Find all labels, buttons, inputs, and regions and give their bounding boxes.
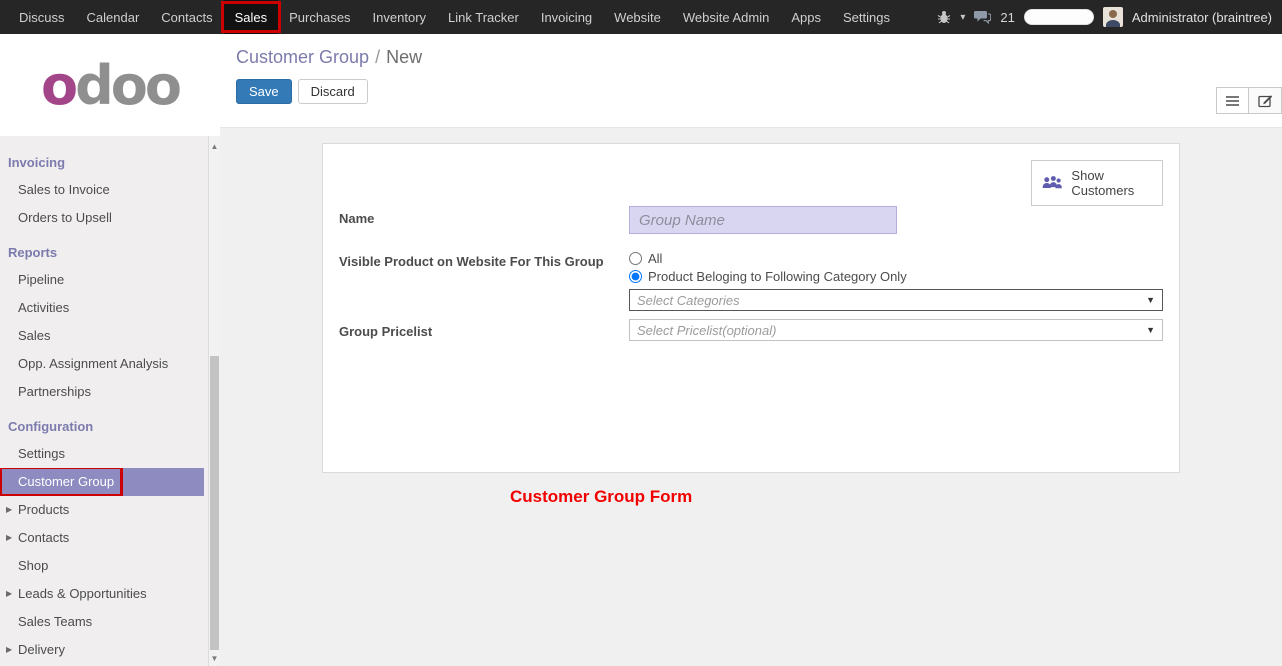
breadcrumb-current: New: [386, 47, 422, 67]
expand-caret-icon: ▶: [6, 524, 12, 552]
user-menu[interactable]: Administrator (braintree): [1132, 10, 1272, 25]
sidebar-item-activities[interactable]: Activities: [0, 294, 220, 322]
user-avatar[interactable]: [1103, 7, 1123, 27]
show-customers-button[interactable]: Show Customers: [1031, 160, 1163, 206]
expand-caret-icon: ▶: [6, 636, 12, 664]
visible-products-label: Visible Product on Website For This Grou…: [339, 249, 629, 269]
expand-caret-icon: ▶: [6, 496, 12, 524]
nav-website[interactable]: Website: [603, 0, 672, 34]
save-button[interactable]: Save: [236, 79, 292, 104]
radio-option-all[interactable]: All: [629, 251, 1163, 266]
list-icon: [1225, 95, 1240, 107]
customers-group-icon: [1041, 173, 1062, 193]
view-switcher: [1216, 87, 1282, 114]
breadcrumb-separator: /: [369, 47, 386, 67]
sidebar-item-sales-to-invoice[interactable]: Sales to Invoice: [0, 176, 220, 204]
expand-caret-icon: ▶: [6, 580, 12, 608]
form-view-button[interactable]: [1249, 87, 1282, 114]
form-fields: Name Visible Product on Website For This…: [339, 206, 1163, 341]
sidebar: odoo Invoicing Sales to Invoice Orders t…: [0, 34, 220, 666]
scroll-down-icon[interactable]: ▼: [209, 654, 220, 663]
customer-group-form-card: Show Customers Name Visible Product on W…: [322, 143, 1180, 473]
sidebar-item-partnerships[interactable]: Partnerships: [0, 378, 220, 406]
radio-category-input[interactable]: [629, 270, 642, 283]
control-panel: Customer Group/New Save Discard: [220, 34, 1282, 128]
odoo-logo[interactable]: odoo: [0, 34, 220, 136]
logo-letter-accent: o: [41, 54, 75, 117]
sidebar-item-delivery[interactable]: ▶ Delivery: [0, 636, 220, 664]
sidebar-item-contacts[interactable]: ▶ Contacts: [0, 524, 220, 552]
radio-category-label: Product Beloging to Following Category O…: [648, 269, 907, 284]
sidebar-item-sales[interactable]: Sales: [0, 322, 220, 350]
radio-option-category[interactable]: Product Beloging to Following Category O…: [629, 269, 1163, 284]
select-caret-down-icon: ▼: [1146, 295, 1155, 305]
main-area: Customer Group/New Save Discard: [220, 34, 1282, 666]
sidebar-item-leads-opportunities[interactable]: ▶ Leads & Opportunities: [0, 580, 220, 608]
show-customers-label: Show Customers: [1071, 168, 1153, 198]
control-buttons: Save Discard: [220, 68, 1282, 104]
nav-settings[interactable]: Settings: [832, 0, 901, 34]
timer-pill-widget[interactable]: [1024, 9, 1094, 25]
sidebar-item-products-label: Products: [18, 502, 69, 517]
topbar-right-tools: ▾ 21 Administrator (braintree): [937, 0, 1282, 34]
sidebar-item-products[interactable]: ▶ Products: [0, 496, 220, 524]
logo-letters-rest: doo: [75, 54, 179, 117]
name-field-label: Name: [339, 206, 629, 226]
breadcrumb: Customer Group/New: [220, 34, 1282, 68]
pricelist-select[interactable]: Select Pricelist(optional) ▼: [629, 319, 1163, 341]
discard-button[interactable]: Discard: [298, 79, 368, 104]
message-count-badge: 21: [1000, 10, 1014, 25]
sidebar-item-delivery-label: Delivery: [18, 642, 65, 657]
breadcrumb-parent-link[interactable]: Customer Group: [236, 47, 369, 67]
nav-link-tracker[interactable]: Link Tracker: [437, 0, 530, 34]
section-title-configuration: Configuration: [0, 414, 220, 440]
nav-website-admin[interactable]: Website Admin: [672, 0, 780, 34]
nav-calendar[interactable]: Calendar: [76, 0, 151, 34]
debug-caret-down-icon[interactable]: ▾: [960, 12, 965, 23]
bug-icon[interactable]: [937, 10, 951, 24]
sidebar-item-customer-group-label: Customer Group: [18, 474, 114, 489]
categories-select[interactable]: Select Categories ▼: [629, 289, 1163, 311]
sidebar-item-orders-to-upsell[interactable]: Orders to Upsell: [0, 204, 220, 232]
radio-all-input[interactable]: [629, 252, 642, 265]
sidebar-item-leads-opportunities-label: Leads & Opportunities: [18, 586, 147, 601]
pricelist-select-placeholder: Select Pricelist(optional): [637, 323, 776, 338]
nav-sales-label: Sales: [235, 10, 268, 25]
nav-discuss[interactable]: Discuss: [8, 0, 76, 34]
scrollbar-thumb[interactable]: [210, 356, 219, 650]
nav-inventory[interactable]: Inventory: [362, 0, 437, 34]
radio-all-label: All: [648, 251, 662, 266]
sidebar-item-customer-group[interactable]: Customer Group: [0, 468, 204, 496]
top-navbar: Discuss Calendar Contacts Sales Purchase…: [0, 0, 1282, 34]
annotation-caption: Customer Group Form: [510, 487, 692, 507]
list-view-button[interactable]: [1216, 87, 1249, 114]
group-pricelist-label: Group Pricelist: [339, 319, 629, 339]
nav-apps[interactable]: Apps: [780, 0, 832, 34]
sidebar-item-sales-teams[interactable]: Sales Teams: [0, 608, 220, 636]
section-title-reports: Reports: [0, 240, 220, 266]
sidebar-item-contacts-label: Contacts: [18, 530, 69, 545]
sidebar-item-shop[interactable]: Shop: [0, 552, 220, 580]
sidebar-menu: Invoicing Sales to Invoice Orders to Ups…: [0, 136, 220, 664]
select-caret-down-icon: ▼: [1146, 325, 1155, 335]
scroll-up-icon[interactable]: ▲: [209, 142, 220, 151]
group-name-input[interactable]: [629, 206, 897, 234]
nav-purchases[interactable]: Purchases: [278, 0, 361, 34]
sidebar-scrollbar[interactable]: ▲ ▼: [208, 136, 220, 666]
nav-sales[interactable]: Sales: [224, 0, 279, 34]
nav-contacts[interactable]: Contacts: [150, 0, 223, 34]
sidebar-item-settings[interactable]: Settings: [0, 440, 220, 468]
sidebar-item-opp-assignment-analysis[interactable]: Opp. Assignment Analysis: [0, 350, 220, 378]
messages-icon[interactable]: [974, 10, 991, 24]
edit-icon: [1258, 94, 1273, 108]
nav-invoicing[interactable]: Invoicing: [530, 0, 603, 34]
sidebar-item-pipeline[interactable]: Pipeline: [0, 266, 220, 294]
section-title-invoicing: Invoicing: [0, 150, 220, 176]
visible-products-radio-group: All Product Beloging to Following Catego…: [629, 249, 1163, 284]
categories-select-placeholder: Select Categories: [637, 293, 740, 308]
